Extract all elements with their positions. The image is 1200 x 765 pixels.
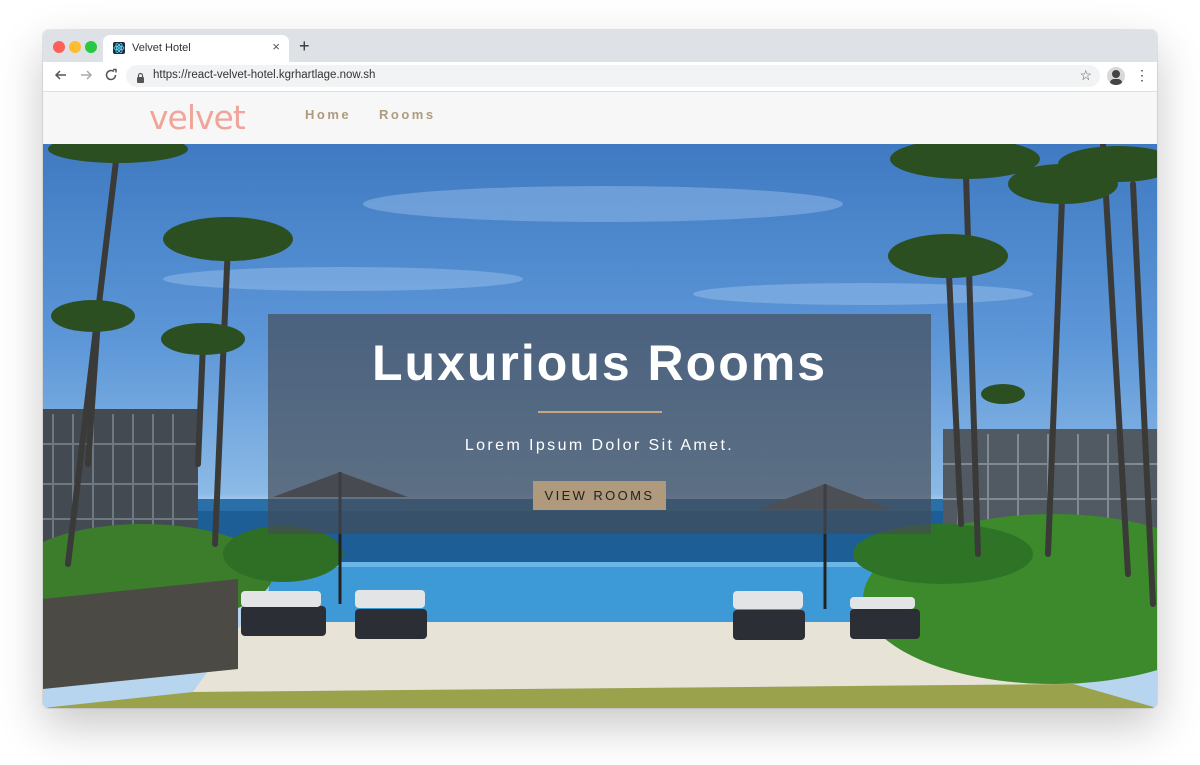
close-window-button[interactable]	[53, 41, 65, 53]
hero-banner: Luxurious Rooms Lorem Ipsum Dolor Sit Am…	[268, 314, 931, 534]
hero-section: Luxurious Rooms Lorem Ipsum Dolor Sit Am…	[43, 144, 1157, 708]
profile-avatar[interactable]	[1107, 67, 1125, 85]
velvet-logo[interactable]: velvet	[149, 98, 246, 137]
lock-icon	[136, 70, 145, 88]
url-text[interactable]: https://react-velvet-hotel.kgrhartlage.n…	[153, 69, 375, 81]
maximize-window-button[interactable]	[85, 41, 97, 53]
hero-divider	[538, 411, 662, 413]
forward-arrow-icon[interactable]	[79, 68, 93, 85]
view-rooms-button[interactable]: VIEW ROOMS	[533, 481, 666, 510]
tab-title: Velvet Hotel	[132, 42, 191, 54]
browser-toolbar: https://react-velvet-hotel.kgrhartlage.n…	[43, 62, 1157, 92]
browser-tab-active[interactable]: Velvet Hotel ×	[103, 35, 289, 62]
nav-link-rooms[interactable]: Rooms	[379, 107, 436, 122]
browser-window: Velvet Hotel × + https://react-velvet-ho…	[43, 30, 1157, 708]
nav-link-home[interactable]: Home	[305, 107, 351, 122]
react-favicon-icon	[113, 42, 125, 54]
hero-title: Luxurious Rooms	[371, 335, 828, 391]
address-bar[interactable]: https://react-velvet-hotel.kgrhartlage.n…	[126, 65, 1100, 87]
minimize-window-button[interactable]	[69, 41, 81, 53]
reload-icon[interactable]	[104, 68, 118, 85]
bookmark-star-icon[interactable]: ☆	[1079, 67, 1092, 84]
tab-strip: Velvet Hotel × +	[43, 30, 1157, 62]
new-tab-button[interactable]: +	[299, 36, 310, 56]
hero-subtitle: Lorem Ipsum Dolor Sit Amet.	[464, 437, 735, 454]
back-arrow-icon[interactable]	[54, 68, 68, 85]
site-navbar: velvet Home Rooms	[43, 92, 1157, 144]
tab-close-icon[interactable]: ×	[272, 40, 280, 54]
browser-menu-dots-icon[interactable]: ⋮	[1135, 67, 1149, 83]
